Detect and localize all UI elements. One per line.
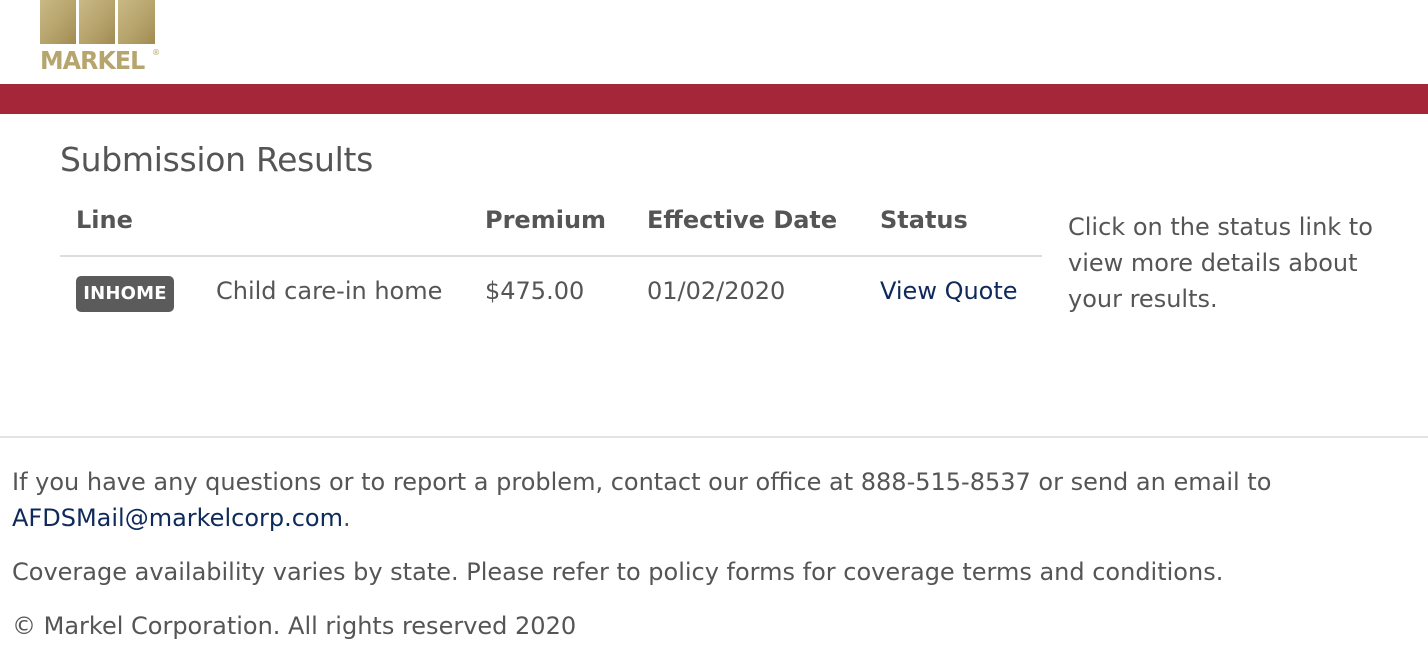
table-header-row: Line Premium Effective Date Status [60,198,1042,257]
view-quote-link[interactable]: View Quote [880,277,1018,305]
registered-mark: ® [152,48,160,57]
effective-date-value: 01/02/2020 [647,277,786,305]
column-header-premium: Premium [485,206,607,234]
header-accent-bar [0,84,1428,114]
column-header-status: Status [880,206,968,234]
copyright-text: © Markel Corporation. All rights reserve… [12,612,577,640]
coverage-note: Coverage availability varies by state. P… [12,558,1224,586]
column-header-effective-date: Effective Date [647,206,838,234]
site-header: MARKEL ® [0,0,1428,84]
markel-logo[interactable]: MARKEL [40,0,162,80]
site-footer: If you have any questions or to report a… [0,436,1428,640]
line-badge: INHOME [76,276,174,312]
logo-wordmark: MARKEL [40,46,145,75]
help-text: Click on the status link to view more de… [1068,213,1373,313]
line-description: Child care-in home [216,277,443,305]
logo-blocks-icon [40,0,155,44]
results-table: Line Premium Effective Date Status INHOM… [60,198,1042,331]
contact-text: If you have any questions or to report a… [12,468,1272,496]
email-suffix: . [342,504,351,532]
page-title: Submission Results [60,140,374,179]
premium-value: $475.00 [485,277,585,305]
column-header-line: Line [76,206,133,234]
email-line: AFDSMail@markelcorp.com. [12,500,351,536]
table-row: INHOME Child care-in home $475.00 01/02/… [60,257,1042,331]
contact-email-link[interactable]: AFDSMail@markelcorp.com [12,504,343,532]
